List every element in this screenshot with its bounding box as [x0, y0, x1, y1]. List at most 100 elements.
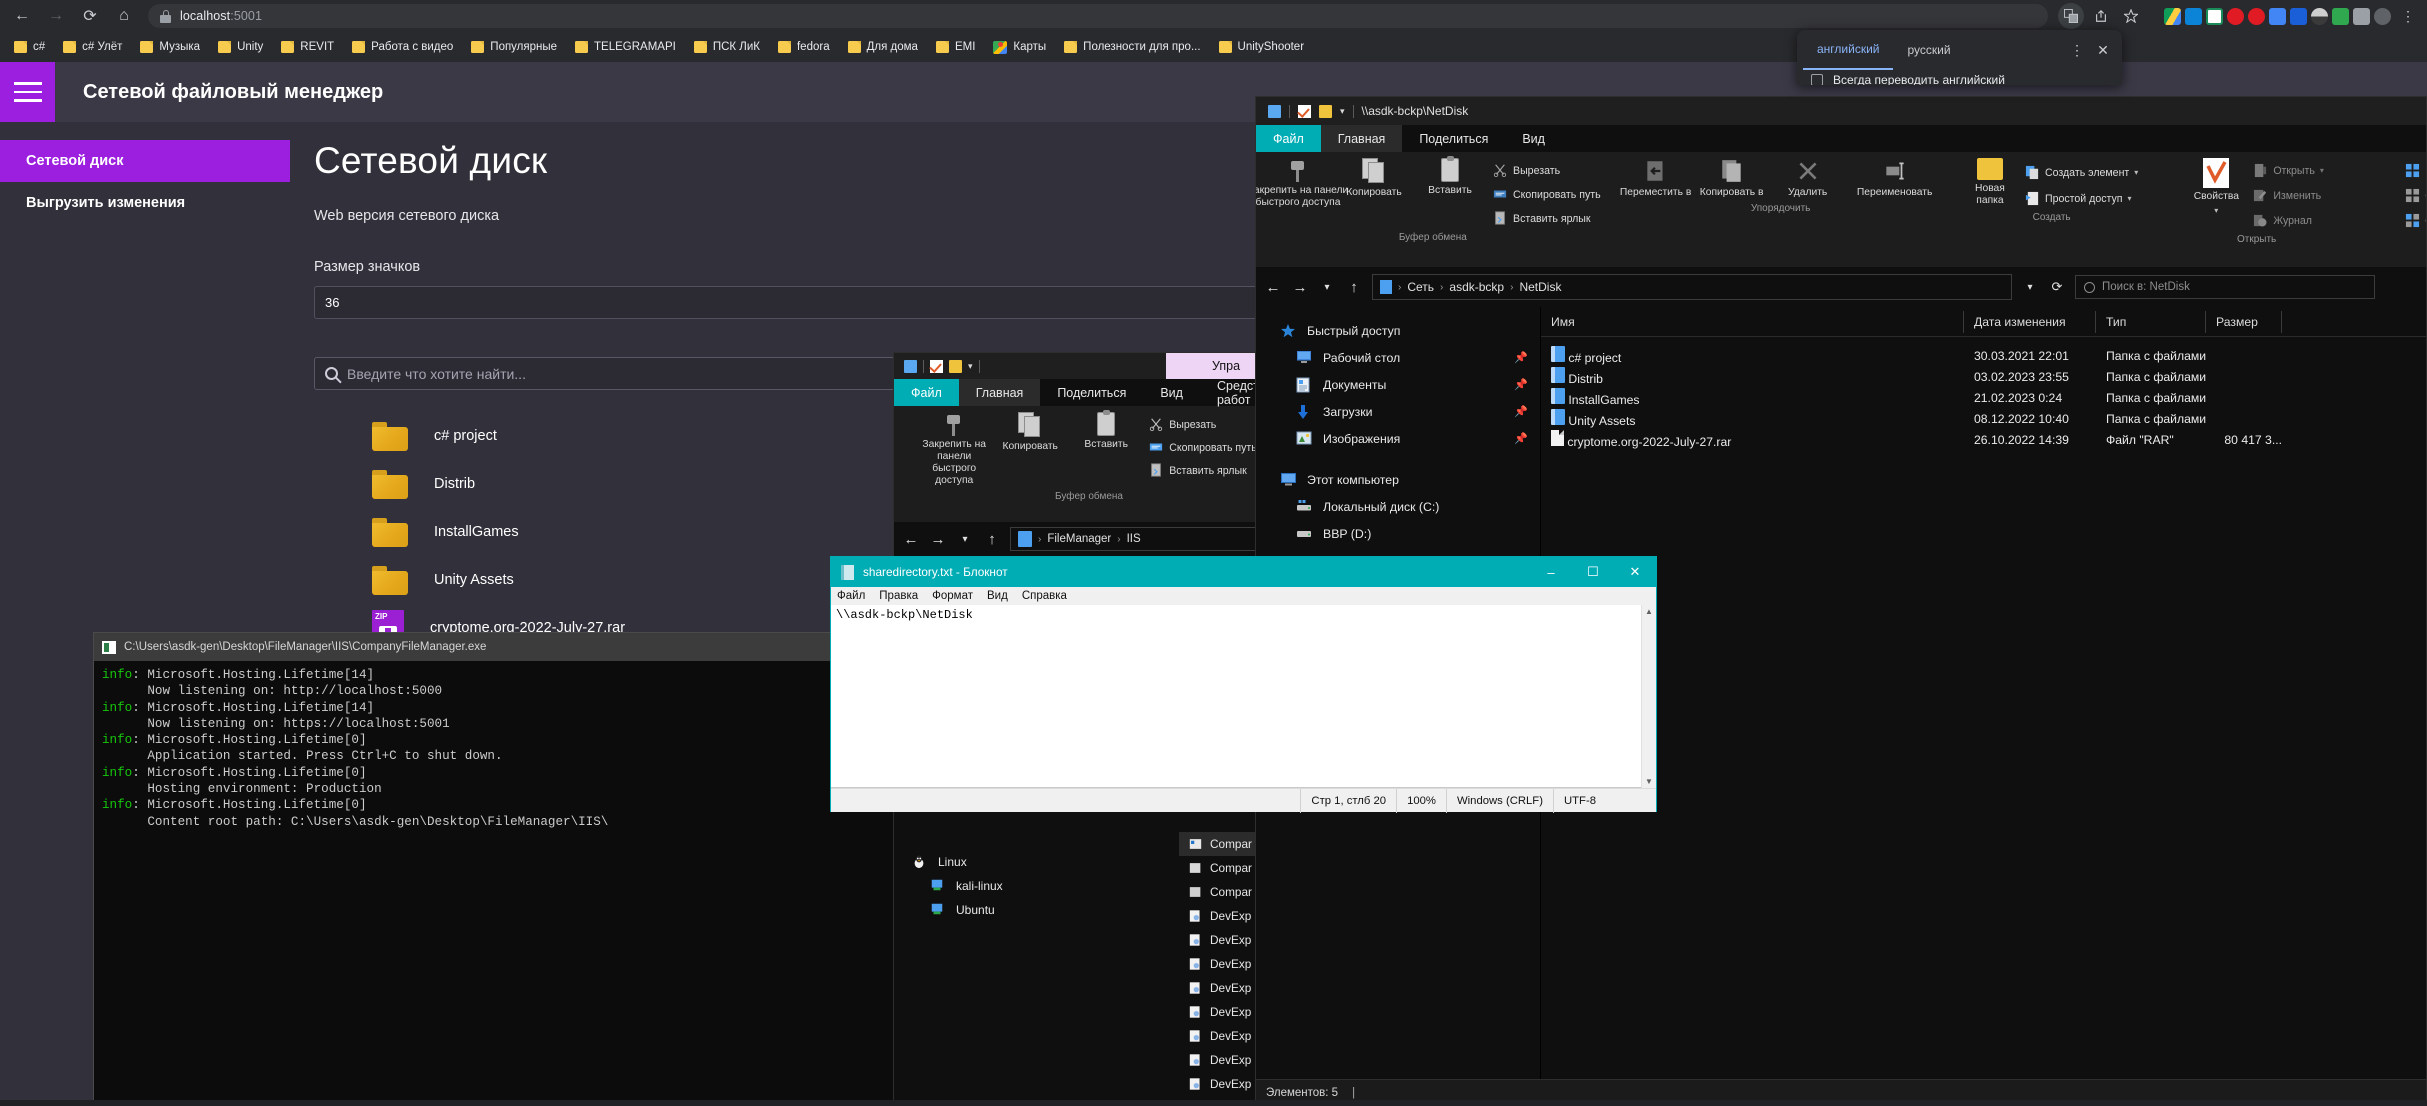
menu-format[interactable]: Формат — [932, 590, 973, 602]
search-input[interactable]: Поиск в: NetDisk — [2075, 275, 2375, 299]
easy-access-button[interactable]: Простой доступ ▾ — [2022, 189, 2141, 208]
hamburger-menu-icon[interactable] — [0, 62, 55, 122]
paste-button[interactable]: Вставить — [1070, 410, 1142, 451]
chevron-down-icon[interactable]: ▾ — [968, 361, 973, 372]
zotero-icon[interactable] — [2290, 7, 2307, 25]
bookmark-item[interactable]: ПСК ЛиК — [686, 38, 768, 56]
breadcrumb[interactable]: › FileManager › IIS — [1010, 527, 1276, 551]
translate-icon[interactable] — [2058, 3, 2084, 29]
menu-file[interactable]: Файл — [837, 590, 865, 602]
table-row[interactable]: Unity Assets 08.12.2022 10:40 Папка с фа… — [1541, 408, 2426, 429]
reload-icon[interactable]: ⟳ — [76, 2, 104, 30]
menu-help[interactable]: Справка — [1022, 590, 1067, 602]
up-icon[interactable]: ↑ — [983, 531, 1001, 548]
google-translate-extension-icon[interactable] — [2269, 7, 2286, 25]
video-download-icon[interactable] — [2248, 7, 2265, 25]
close-button[interactable]: ✕ — [1614, 557, 1656, 587]
properties-icon[interactable] — [930, 359, 943, 373]
copy-button[interactable]: Копировать — [1338, 158, 1410, 199]
pin-icon[interactable]: 📌 — [1514, 351, 1528, 364]
back-icon[interactable]: ← — [1264, 279, 1282, 296]
invert-selection-button[interactable]: Обратить выделение — [2402, 211, 2426, 230]
chevron-down-icon[interactable]: ▾ — [1340, 106, 1345, 117]
tab-home[interactable]: Главная — [1320, 125, 1403, 152]
address-bar[interactable]: localhost:5001 — [148, 4, 2048, 28]
move-to-button[interactable]: Переместить в — [1620, 158, 1692, 199]
minimize-button[interactable]: – — [1530, 557, 1572, 587]
profile-avatar[interactable] — [2374, 7, 2391, 25]
share-icon[interactable] — [2088, 3, 2114, 29]
nav-item-pictures[interactable]: Изображения 📌 — [1256, 425, 1540, 452]
console-window[interactable]: C:\Users\asdk-gen\Desktop\FileManager\II… — [93, 632, 895, 1106]
tab-view[interactable]: Вид — [1143, 379, 1200, 406]
column-type[interactable]: Тип — [2096, 307, 2206, 337]
select-none-button[interactable]: Снять выделение — [2402, 186, 2426, 205]
paste-button[interactable]: Вставить — [1414, 156, 1486, 197]
breadcrumb-item[interactable]: FileManager — [1047, 533, 1111, 545]
table-row[interactable]: c# project 30.03.2021 22:01 Папка с файл… — [1541, 345, 2426, 366]
pin-to-quick-access-button[interactable]: Закрепить на панели быстрого доступа — [918, 412, 990, 487]
pin-icon[interactable]: 📌 — [1514, 378, 1528, 391]
chrome-menu-icon[interactable]: ⋮ — [2395, 3, 2421, 29]
new-item-button[interactable]: Создать элемент ▾ — [2022, 163, 2141, 182]
tab-file[interactable]: Файл — [1256, 125, 1321, 152]
new-folder-icon[interactable] — [1319, 104, 1332, 118]
forward-icon[interactable]: → — [42, 2, 70, 30]
new-folder-button[interactable]: Новая папка — [1962, 158, 2018, 207]
nav-item-local-disk-c[interactable]: Локальный диск (C:) — [1256, 493, 1540, 520]
column-name[interactable]: Имя — [1541, 307, 1964, 337]
bookmark-item[interactable]: UnityShooter — [1211, 38, 1312, 56]
tab-share[interactable]: Поделиться — [1040, 379, 1143, 406]
window-extension-icon[interactable] — [2185, 7, 2202, 25]
edit-button[interactable]: Изменить — [2250, 186, 2327, 205]
mail-extension-icon[interactable] — [2206, 7, 2223, 25]
google-drive-icon[interactable] — [2164, 7, 2181, 25]
nav-item-linux[interactable]: Linux — [894, 850, 1179, 874]
rename-button[interactable]: Переименовать — [1848, 158, 1942, 199]
breadcrumb-item[interactable]: asdk-bckp — [1449, 280, 1504, 294]
bookmark-item[interactable]: Работа с видео — [344, 38, 461, 56]
dark-reader-icon[interactable] — [2311, 7, 2328, 25]
text-area[interactable]: \\asdk-bckp\NetDisk ▲ ▼ — [831, 605, 1656, 788]
back-icon[interactable]: ← — [902, 531, 920, 548]
pin-icon[interactable]: 📌 — [1514, 432, 1528, 445]
sidebar-item-network-disk[interactable]: Сетевой диск — [0, 140, 290, 182]
nav-item-drive-d[interactable]: BBP (D:) — [1256, 520, 1540, 547]
column-size[interactable]: Размер — [2206, 307, 2282, 337]
history-dropdown-icon[interactable]: ▾ — [2021, 282, 2039, 293]
star-icon[interactable] — [2118, 3, 2144, 29]
bookmark-item[interactable]: fedora — [770, 38, 838, 56]
tab-home[interactable]: Главная — [958, 379, 1041, 406]
bookmark-item[interactable]: c# — [6, 38, 53, 56]
scroll-down-icon[interactable]: ▼ — [1642, 775, 1656, 786]
pin-to-quick-access-button[interactable]: Закрепить на панели быстрого доступа — [1256, 158, 1348, 209]
home-icon[interactable]: ⌂ — [110, 2, 138, 30]
recent-locations-icon[interactable]: ▾ — [1318, 282, 1336, 293]
paste-shortcut-button[interactable]: Вставить ярлык — [1490, 209, 1604, 228]
tab-share[interactable]: Поделиться — [1402, 125, 1505, 152]
bookmark-item[interactable]: Для дома — [840, 38, 926, 56]
close-icon[interactable]: ✕ — [2090, 42, 2116, 59]
cut-button[interactable]: Вырезать — [1146, 415, 1260, 434]
breadcrumb-item[interactable]: Сеть — [1407, 280, 1434, 294]
translate-popup[interactable]: английский русский ⋮ ✕ Всегда переводить… — [1797, 30, 2122, 85]
more-options-icon[interactable]: ⋮ — [2064, 42, 2090, 59]
bookmark-item[interactable]: Карты — [985, 38, 1054, 57]
back-icon[interactable]: ← — [8, 2, 36, 30]
paste-shortcut-button[interactable]: Вставить ярлык — [1146, 461, 1260, 480]
forward-icon[interactable]: → — [1291, 279, 1309, 296]
forward-icon[interactable]: → — [929, 531, 947, 548]
nav-item-desktop[interactable]: Рабочий стол 📌 — [1256, 344, 1540, 371]
bookmark-item[interactable]: Музыка — [132, 38, 208, 56]
stars-extension-icon[interactable] — [2332, 7, 2349, 25]
properties-icon[interactable] — [1298, 104, 1311, 118]
sidebar-item-upload-changes[interactable]: Выгрузить изменения — [0, 182, 290, 224]
bookmark-item[interactable]: c# Улёт — [55, 38, 130, 56]
table-row[interactable]: cryptome.org-2022-July-27.rar 26.10.2022… — [1541, 429, 2426, 450]
menu-edit[interactable]: Правка — [879, 590, 918, 602]
bookmark-item[interactable]: Популярные — [463, 38, 565, 56]
nav-item-this-pc[interactable]: Этот компьютер — [1256, 466, 1540, 493]
notepad-window[interactable]: sharedirectory.txt - Блокнот – ☐ ✕ Файл … — [830, 556, 1657, 813]
new-folder-icon[interactable] — [949, 359, 962, 373]
copy-path-button[interactable]: Скопировать путь — [1146, 438, 1260, 457]
